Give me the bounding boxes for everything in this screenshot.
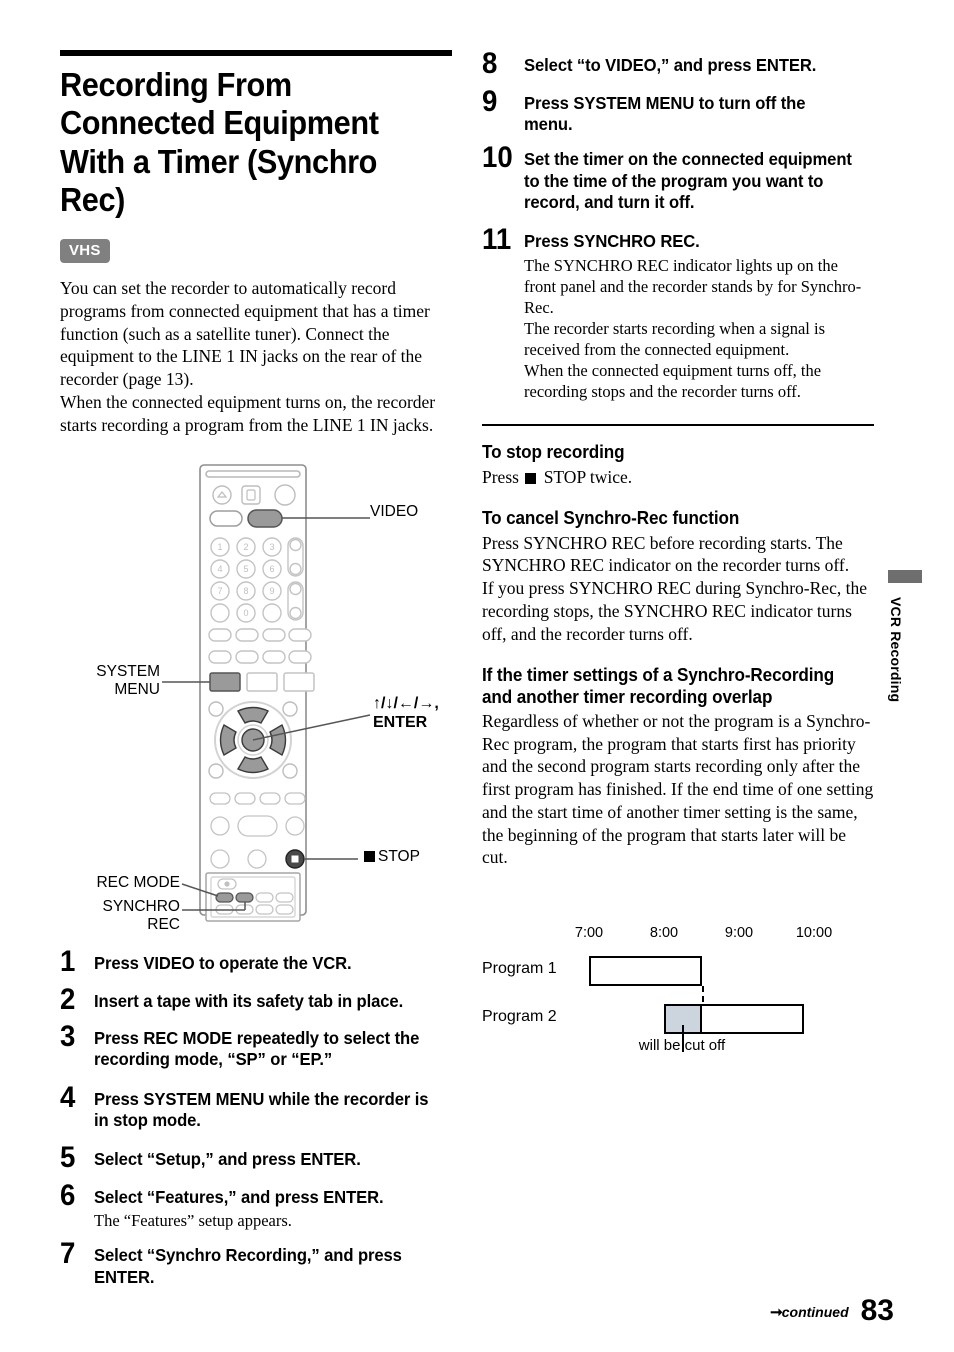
stop-square-icon — [364, 851, 375, 862]
tick-label-0: 7:00 — [574, 925, 604, 941]
side-tab-vcr-recording: VCR Recording — [888, 570, 922, 702]
step-9: 9 Press SYSTEM MENU to turn off the menu… — [482, 84, 806, 134]
page-footer: ➞continued 83 — [770, 1296, 894, 1326]
callout-arrows-enter: ↑/↓/←/→, ENTER — [373, 695, 439, 731]
tick-label-2: 9:00 — [724, 925, 754, 941]
svg-text:0: 0 — [243, 608, 248, 618]
callout-rec-mode: REC MODE — [96, 874, 180, 891]
bar-program-2 — [664, 1004, 804, 1034]
row-label-program-2: Program 2 — [482, 1008, 557, 1025]
continued-marker: ➞continued — [770, 1304, 849, 1321]
heading-to-cancel-synchro-rec: To cancel Synchro-Rec function — [482, 508, 740, 529]
tick-label-3: 10:00 — [795, 925, 833, 941]
tick-label-1: 8:00 — [649, 925, 679, 941]
page-number: 83 — [860, 1294, 894, 1327]
step-1: 1 Press VIDEO to operate the VCR. — [60, 945, 352, 978]
callout-synchro-rec: SYNCHRO REC — [102, 898, 180, 934]
step-3: 3 Press REC MODE repeatedly to select th… — [60, 1020, 420, 1070]
steps-left: 1 Press VIDEO to operate the VCR. 2 Inse… — [60, 935, 452, 1288]
right-column: 8 Select “to VIDEO,” and press ENTER. 9 … — [482, 47, 874, 869]
to-stop-recording-body: Press STOP twice. — [482, 466, 633, 487]
manual-page: Recording From Connected Equipment With … — [0, 0, 954, 1352]
side-tab-label: VCR Recording — [888, 597, 904, 703]
svg-text:9: 9 — [269, 586, 274, 596]
bar-program-1 — [589, 956, 702, 986]
svg-text:4: 4 — [217, 564, 222, 574]
callout-stop: STOP — [362, 848, 420, 866]
rec-mode-button-highlight — [215, 892, 234, 903]
title-rule — [60, 50, 452, 56]
arrow-right-icon: ➞ — [770, 1304, 783, 1321]
callout-video: VIDEO — [370, 503, 419, 520]
intro-paragraph-1: You can set the recorder to automaticall… — [60, 278, 430, 390]
step-5: 5 Select “Setup,” and press ENTER. — [60, 1141, 361, 1175]
step-8: 8 Select “to VIDEO,” and press ENTER. — [482, 47, 817, 80]
side-tab-bar — [888, 570, 922, 583]
page-title: Recording From Connected Equipment With … — [60, 66, 379, 218]
bar-program-2-cut-region — [666, 1006, 702, 1032]
step-2: 2 Insert a tape with its safety tab in p… — [60, 982, 404, 1016]
svg-text:3: 3 — [269, 542, 274, 552]
intro-paragraph-2: When the connected equipment turns on, t… — [60, 391, 436, 435]
cut-off-annotation: will be cut off — [638, 1037, 726, 1054]
callout-system-menu: SYSTEM MENU — [96, 663, 160, 699]
svg-text:2: 2 — [243, 542, 248, 552]
remote-control-diagram: 1 2 3 4 5 6 7 8 9 0 VIDEO SYSTEM MENU ↑/↓/←/→,… — [70, 455, 460, 933]
timer-overlap-body: Regardless of whether or not the program… — [482, 710, 874, 868]
step-10: 10 Set the timer on the connected equipm… — [482, 141, 852, 212]
synchro-rec-button-highlight — [235, 892, 254, 903]
heading-to-stop-recording: To stop recording — [482, 442, 625, 463]
step-7: 7 Select “Synchro Recording,” and press … — [60, 1237, 402, 1287]
stop-square-icon-inline — [525, 472, 537, 484]
step-11: 11 Press SYNCHRO REC. The SYNCHRO REC in… — [482, 223, 862, 402]
section-divider — [482, 424, 874, 427]
svg-text:8: 8 — [243, 586, 248, 596]
svg-text:6: 6 — [269, 564, 274, 574]
step-6: 6 Select “Features,” and press ENTER. Th… — [60, 1178, 384, 1231]
svg-text:7: 7 — [217, 586, 222, 596]
left-column: Recording From Connected Equipment With … — [60, 50, 452, 436]
video-button-highlight — [247, 509, 283, 528]
system-menu-button-highlight — [209, 672, 241, 692]
svg-text:1: 1 — [217, 542, 222, 552]
svg-text:5: 5 — [243, 564, 248, 574]
step-4: 4 Press SYSTEM MENU while the recorder i… — [60, 1080, 429, 1131]
dvd-button — [209, 510, 243, 527]
heading-timer-overlap: If the timer settings of a Synchro-Recor… — [482, 665, 835, 707]
to-cancel-synchro-rec-body: Press SYNCHRO REC before recording start… — [482, 532, 867, 644]
format-badge-vhs: VHS — [60, 239, 110, 264]
row-label-program-1: Program 1 — [482, 960, 557, 977]
overlap-timeline-chart: 7:00 8:00 9:00 10:00 Program 1 Program 2… — [482, 925, 882, 1065]
